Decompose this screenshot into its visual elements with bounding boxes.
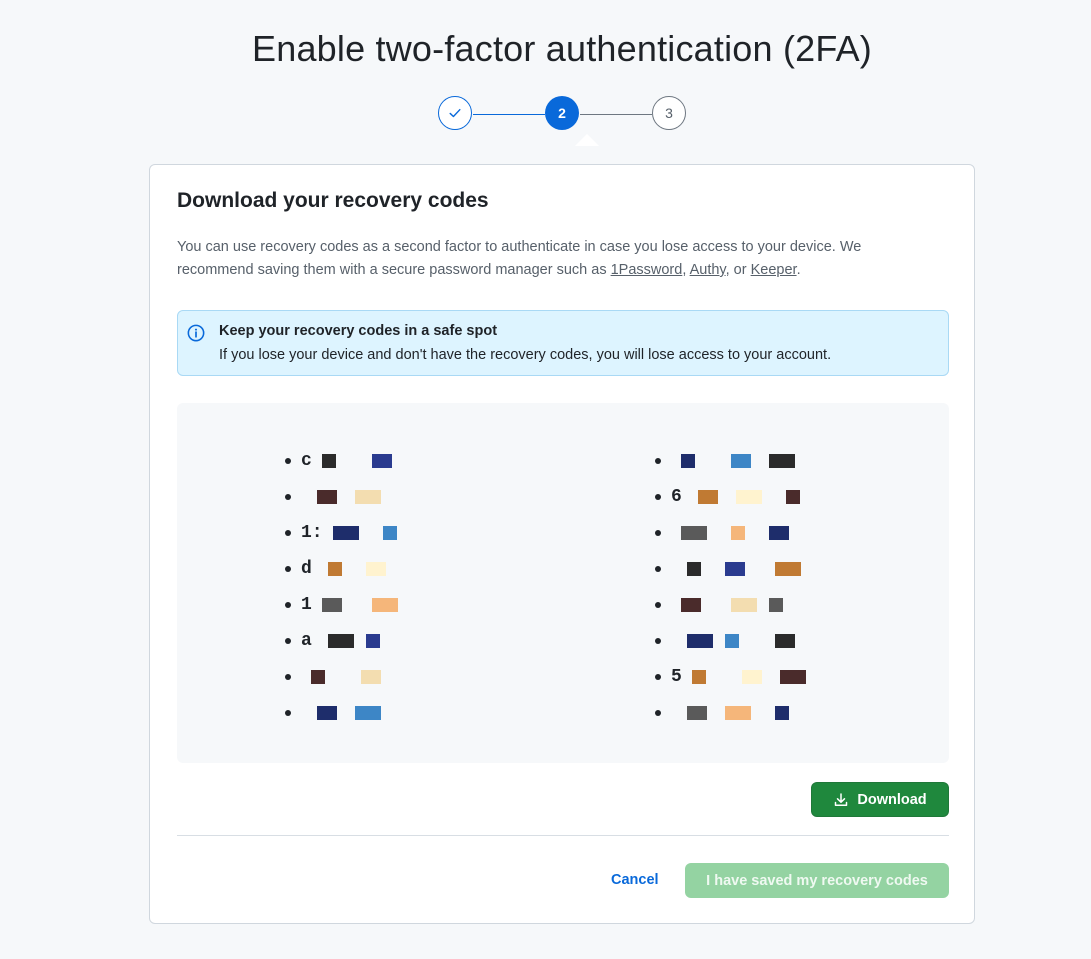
step-1-complete — [438, 96, 472, 130]
redacted-code — [312, 452, 462, 470]
footer-divider — [177, 835, 949, 836]
bullet — [285, 710, 291, 716]
recovery-code-item — [285, 695, 473, 731]
recovery-code-item — [285, 479, 473, 515]
description-suffix: . — [796, 262, 801, 278]
redacted-code — [323, 524, 473, 542]
link-keeper[interactable]: Keeper — [751, 262, 797, 278]
bullet — [285, 602, 291, 608]
check-icon — [449, 108, 461, 118]
bullet — [655, 458, 661, 464]
redacted-code — [671, 452, 821, 470]
bullet — [655, 674, 661, 680]
link-1password[interactable]: 1Password — [611, 262, 683, 278]
recovery-code-item — [655, 551, 832, 587]
recovery-code-item — [655, 587, 832, 623]
recovery-code-item — [655, 623, 832, 659]
card-description: You can use recovery codes as a second f… — [177, 236, 937, 282]
step-2-current: 2 — [545, 96, 579, 130]
bullet — [655, 710, 661, 716]
redacted-code — [301, 488, 451, 506]
page-title: Enable two-factor authentication (2FA) — [252, 28, 872, 69]
recovery-code-item — [655, 515, 832, 551]
redacted-code — [682, 668, 832, 686]
bullet — [285, 674, 291, 680]
description-separator: , — [682, 262, 690, 278]
recovery-code-item: 1: — [285, 515, 473, 551]
redacted-code — [671, 524, 821, 542]
bullet — [285, 638, 291, 644]
download-button[interactable]: Download — [811, 782, 949, 817]
redacted-code — [671, 704, 821, 722]
progress-stepper: 2 3 — [437, 96, 689, 146]
step-pointer — [575, 134, 599, 146]
redacted-code — [312, 560, 462, 578]
recovery-code-visible-chars: 1 — [301, 595, 312, 615]
bullet — [655, 602, 661, 608]
recovery-code-visible-chars: 5 — [671, 667, 682, 687]
recovery-code-item — [655, 443, 832, 479]
redacted-code — [312, 596, 462, 614]
stepper-line-upcoming — [580, 114, 652, 115]
recovery-codes-card: Download your recovery codes You can use… — [149, 164, 975, 924]
flash-text: If you lose your device and don't have t… — [219, 347, 832, 363]
redacted-code — [682, 488, 832, 506]
bullet — [655, 530, 661, 536]
recovery-code-visible-chars: a — [301, 631, 312, 651]
redacted-code — [301, 668, 451, 686]
redacted-code — [312, 632, 462, 650]
recovery-codes-box: c 1: d 1 a 65 — [177, 403, 949, 763]
recovery-code-item: d — [285, 551, 473, 587]
stepper-line-completed — [473, 114, 545, 115]
bullet — [285, 566, 291, 572]
cancel-button[interactable]: Cancel — [611, 872, 659, 888]
download-label: Download — [857, 791, 927, 808]
recovery-codes-right-column: 65 — [655, 443, 832, 731]
recovery-code-item: 1 — [285, 587, 473, 623]
recovery-code-item: 6 — [655, 479, 832, 515]
flash-title: Keep your recovery codes in a safe spot — [219, 323, 498, 339]
recovery-code-item: 5 — [655, 659, 832, 695]
bullet — [655, 494, 661, 500]
recovery-code-visible-chars: 1: — [301, 523, 323, 543]
bullet — [655, 566, 661, 572]
recovery-code-visible-chars: d — [301, 559, 312, 579]
info-flash: Keep your recovery codes in a safe spot … — [177, 310, 949, 376]
description-separator: , or — [725, 262, 751, 278]
bullet — [285, 530, 291, 536]
card-title: Download your recovery codes — [177, 189, 489, 212]
info-icon — [187, 324, 205, 342]
bullet — [655, 638, 661, 644]
recovery-code-visible-chars: c — [301, 451, 312, 471]
recovery-code-visible-chars: 6 — [671, 487, 682, 507]
bullet — [285, 458, 291, 464]
redacted-code — [671, 596, 821, 614]
recovery-codes-left-column: c 1: d 1 a — [285, 443, 473, 731]
recovery-code-item — [655, 695, 832, 731]
recovery-code-item — [285, 659, 473, 695]
bullet — [285, 494, 291, 500]
recovery-code-item: a — [285, 623, 473, 659]
saved-recovery-codes-button[interactable]: I have saved my recovery codes — [685, 863, 949, 898]
download-icon — [835, 792, 848, 806]
redacted-code — [301, 704, 451, 722]
step-3-upcoming: 3 — [652, 96, 686, 130]
redacted-code — [671, 632, 821, 650]
link-authy[interactable]: Authy — [690, 262, 726, 278]
recovery-code-item: c — [285, 443, 473, 479]
redacted-code — [671, 560, 821, 578]
